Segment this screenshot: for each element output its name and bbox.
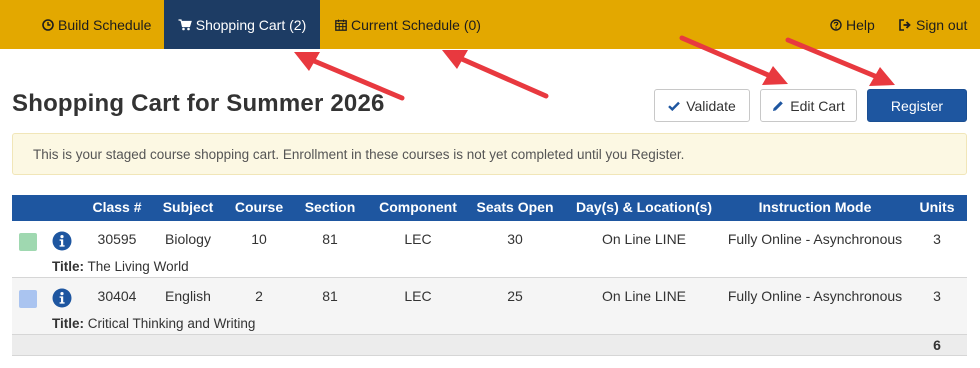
cell-subject: English <box>165 288 211 304</box>
nav-current-schedule-label: Current Schedule (0) <box>351 16 481 33</box>
table-row: 30404 English 2 81 LEC 25 On Line LINE F… <box>12 278 967 335</box>
header-days-locations: Day(s) & Location(s) <box>575 199 713 215</box>
course-title-label: Title: <box>52 259 85 274</box>
nav-build-schedule-label: Build Schedule <box>58 16 152 33</box>
header-class-number: Class # <box>92 199 142 215</box>
course-title-line: Title: Critical Thinking and Writing <box>52 316 255 331</box>
validate-button-label: Validate <box>686 97 736 114</box>
course-title-line: Title: The Living World <box>52 259 189 274</box>
header-subject: Subject <box>162 199 214 215</box>
course-title: Critical Thinking and Writing <box>87 316 256 331</box>
cell-instruction-mode: Fully Online - Asynchronous <box>727 231 903 247</box>
cell-section: 81 <box>322 231 338 247</box>
course-title: The Living World <box>87 259 189 274</box>
cell-units: 3 <box>933 231 941 247</box>
nav-help-label: Help <box>846 16 875 33</box>
info-circle-icon[interactable] <box>52 288 72 313</box>
cell-component: LEC <box>404 231 432 247</box>
pencil-icon <box>773 100 784 111</box>
page-title: Shopping Cart for Summer 2026 <box>12 90 385 117</box>
nav-help[interactable]: Help <box>820 0 885 49</box>
cart-info-alert: This is your staged course shopping cart… <box>12 133 967 175</box>
cell-course: 2 <box>255 288 263 304</box>
header-course: Course <box>234 199 284 215</box>
nav-sign-out[interactable]: Sign out <box>891 0 975 49</box>
cell-class-number: 30404 <box>97 288 137 304</box>
arrow-to-current-schedule <box>442 50 549 99</box>
cell-section: 81 <box>322 288 338 304</box>
table-row: 30595 Biology 10 81 LEC 30 On Line LINE … <box>12 221 967 278</box>
register-button-label: Register <box>890 97 944 114</box>
check-icon <box>668 101 681 111</box>
cell-days-locations: On Line LINE <box>601 288 687 304</box>
nav-sign-out-label: Sign out <box>916 16 968 33</box>
table-header-row: Class # Subject Course Section Component… <box>12 195 967 221</box>
nav-build-schedule[interactable]: Build Schedule <box>30 0 163 49</box>
header-section: Section <box>304 199 356 215</box>
header-instruction-mode: Instruction Mode <box>758 199 872 215</box>
cell-seats-open: 30 <box>507 231 523 247</box>
top-navigation-bar: Build Schedule Shopping Cart (2) Current… <box>0 0 980 49</box>
cell-component: LEC <box>404 288 432 304</box>
course-color-swatch <box>19 290 37 308</box>
cell-instruction-mode: Fully Online - Asynchronous <box>727 288 903 304</box>
course-title-label: Title: <box>52 316 85 331</box>
cell-days-locations: On Line LINE <box>601 231 687 247</box>
cart-info-text: This is your staged course shopping cart… <box>33 146 685 162</box>
cell-units: 3 <box>933 288 941 304</box>
header-units: Units <box>919 199 955 215</box>
clock-icon <box>42 18 54 31</box>
edit-cart-button[interactable]: Edit Cart <box>760 89 857 122</box>
nav-shopping-cart-label: Shopping Cart (2) <box>195 16 307 33</box>
nav-shopping-cart[interactable]: Shopping Cart (2) <box>164 0 320 49</box>
nav-current-schedule[interactable]: Current Schedule (0) <box>323 0 493 49</box>
question-circle-icon <box>830 18 842 31</box>
total-units: 6 <box>933 337 941 353</box>
cart-icon <box>178 18 192 30</box>
cell-seats-open: 25 <box>507 288 523 304</box>
table-total-row: 6 <box>12 335 967 356</box>
header-seats-open: Seats Open <box>476 199 554 215</box>
cell-course: 10 <box>251 231 267 247</box>
header-component: Component <box>379 199 457 215</box>
validate-button[interactable]: Validate <box>654 89 750 122</box>
edit-cart-button-label: Edit Cart <box>790 97 845 114</box>
cell-subject: Biology <box>165 231 211 247</box>
shopping-cart-table: Class # Subject Course Section Component… <box>12 195 967 356</box>
cell-class-number: 30595 <box>97 231 137 247</box>
info-circle-icon[interactable] <box>52 231 72 256</box>
sign-out-icon <box>899 18 911 31</box>
course-color-swatch <box>19 233 37 251</box>
register-button[interactable]: Register <box>867 89 967 122</box>
calendar-icon <box>335 19 347 31</box>
